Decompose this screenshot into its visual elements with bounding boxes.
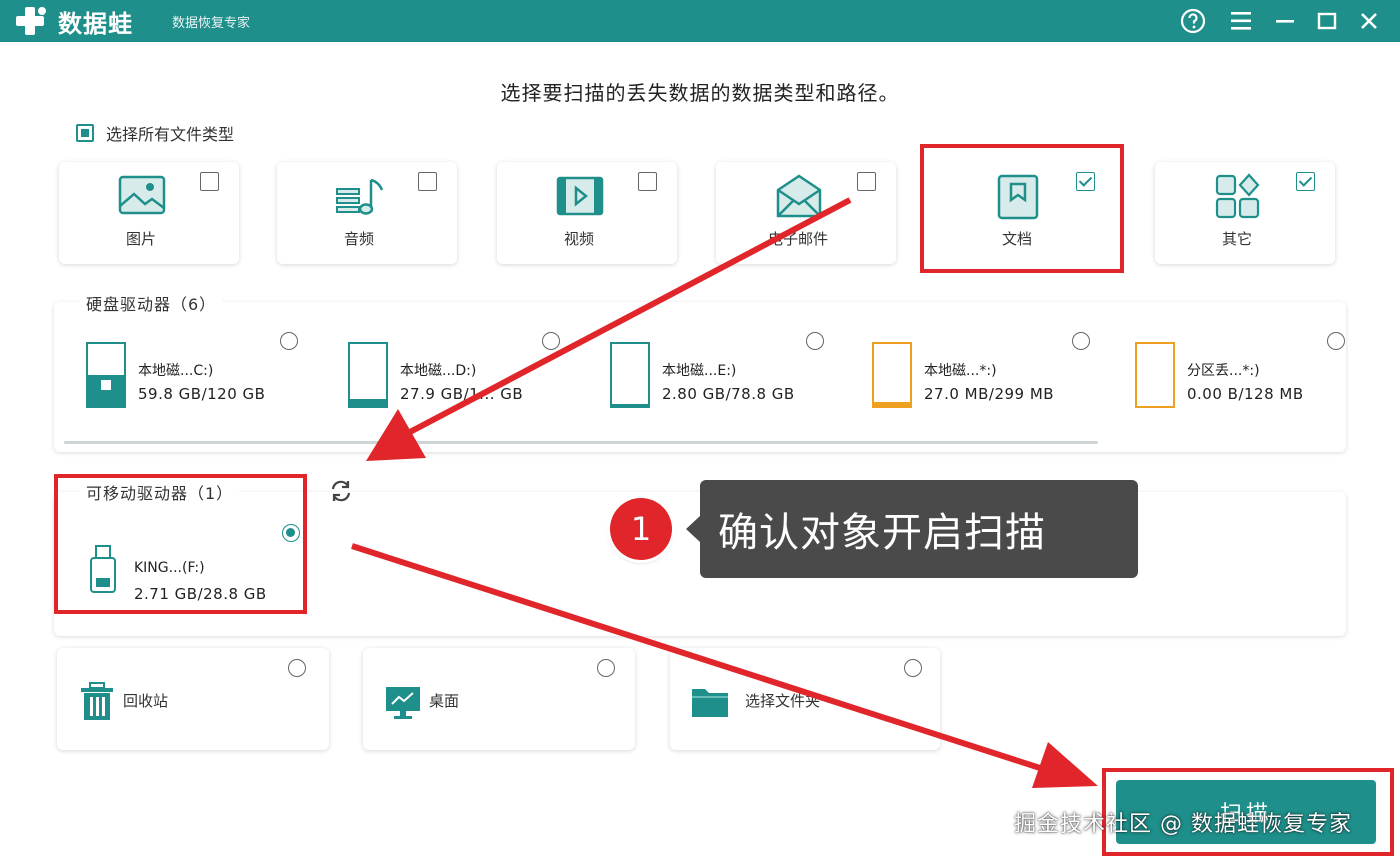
file-type-checkbox[interactable]	[418, 172, 437, 191]
location-radio[interactable]	[904, 659, 922, 677]
drive-name: 本地磁...E:)	[662, 363, 737, 379]
folder-icon	[692, 689, 728, 717]
annotation-callout: 确认对象开启扫描	[686, 480, 1138, 578]
close-icon	[1361, 13, 1377, 29]
desktop-icon	[386, 687, 420, 719]
location-card-select-folder[interactable]: 选择文件夹	[670, 648, 940, 750]
drive-radio[interactable]	[806, 332, 824, 350]
file-type-label: 电子邮件	[767, 230, 828, 248]
app-name: 数据蛙	[58, 10, 133, 38]
drive-item[interactable]: 本地磁...C:) 59.8 GB/120 GB	[86, 330, 326, 420]
drive-orange-icon	[872, 342, 912, 408]
location-label: 桌面	[429, 692, 460, 710]
help-button[interactable]	[1178, 6, 1208, 36]
drive-name: 分区丢...*:)	[1187, 363, 1260, 379]
hamburger-icon	[1231, 12, 1251, 30]
drive-size: 59.8 GB/120 GB	[138, 385, 266, 403]
drive-size: 27.9 GB/1... GB	[400, 385, 524, 403]
file-type-card-video[interactable]: 视频	[497, 162, 677, 264]
drive-radio[interactable]	[1072, 332, 1090, 350]
file-type-checkbox[interactable]	[200, 172, 219, 191]
select-all-label: 选择所有文件类型	[106, 125, 235, 144]
file-type-label: 其它	[1221, 230, 1252, 248]
minimize-icon	[1276, 20, 1294, 23]
drive-radio[interactable]	[1327, 332, 1345, 350]
location-radio[interactable]	[597, 659, 615, 677]
location-radio[interactable]	[288, 659, 306, 677]
select-all-checkbox[interactable]	[76, 124, 94, 142]
file-type-label: 视频	[563, 230, 594, 248]
file-type-card-other[interactable]: 其它	[1155, 162, 1335, 264]
highlight-box-removable-drive	[54, 474, 307, 614]
app-logo	[12, 5, 50, 37]
file-type-checkbox[interactable]	[638, 172, 657, 191]
file-type-label: 图片	[125, 230, 156, 248]
drive-e-icon	[610, 342, 650, 408]
refresh-icon	[331, 480, 351, 502]
file-type-checkbox[interactable]	[1296, 172, 1315, 191]
drive-size: 0.00 B/128 MB	[1187, 385, 1304, 403]
drive-name: 本地磁...*:)	[924, 363, 997, 379]
minimize-button[interactable]	[1270, 6, 1300, 36]
other-icon	[1215, 173, 1260, 219]
drive-size: 27.0 MB/299 MB	[924, 385, 1055, 403]
maximize-icon	[1317, 12, 1337, 30]
drive-lost-partition-icon	[1135, 342, 1175, 408]
image-icon	[118, 175, 166, 215]
title-bar: 数据蛙 数据恢复专家	[0, 0, 1400, 42]
hard-drives-label: 硬盘驱动器（6）	[80, 291, 223, 315]
mail-icon	[776, 174, 822, 218]
app-logo-icon	[16, 7, 46, 35]
drive-item[interactable]: 本地磁...D:) 27.9 GB/1... GB	[348, 330, 588, 420]
location-card-desktop[interactable]: 桌面	[363, 648, 635, 750]
highlight-box-documents	[920, 144, 1124, 273]
file-type-card-pictures[interactable]: 图片	[59, 162, 239, 264]
step-badge: 1	[610, 498, 672, 560]
arrow-head-to-scan	[1032, 742, 1098, 788]
location-label: 选择文件夹	[745, 692, 821, 710]
drive-name: 本地磁...D:)	[400, 363, 477, 379]
file-type-card-audio[interactable]: 音频	[277, 162, 457, 264]
close-button[interactable]	[1354, 6, 1384, 36]
recycle-bin-icon	[81, 682, 113, 720]
drive-d-icon	[348, 342, 388, 408]
location-card-recycle-bin[interactable]: 回收站	[57, 648, 329, 750]
page-title: 选择要扫描的丢失数据的数据类型和路径。	[500, 81, 900, 105]
file-type-checkbox[interactable]	[857, 172, 876, 191]
watermark: 掘金技术社区 @ 数据蛙恢复专家	[1014, 812, 1352, 837]
file-type-label: 音频	[343, 230, 374, 248]
refresh-button[interactable]	[326, 476, 356, 506]
select-all-file-types[interactable]: 选择所有文件类型	[76, 121, 234, 145]
maximize-button[interactable]	[1312, 6, 1342, 36]
help-icon	[1180, 8, 1206, 34]
drive-radio[interactable]	[280, 332, 298, 350]
video-icon	[556, 176, 604, 216]
drive-item[interactable]: 本地磁...E:) 2.80 GB/78.8 GB	[610, 330, 850, 420]
drive-item[interactable]: 分区丢...*:) 0.00 B/128 MB	[1135, 330, 1345, 420]
drive-item[interactable]: 本地磁...*:) 27.0 MB/299 MB	[872, 330, 1112, 420]
menu-button[interactable]	[1226, 6, 1256, 36]
music-icon	[336, 178, 384, 215]
drives-scrollbar[interactable]	[64, 441, 1098, 444]
location-label: 回收站	[123, 692, 169, 710]
drive-radio[interactable]	[542, 332, 560, 350]
drive-c-icon	[86, 342, 126, 408]
drive-size: 2.80 GB/78.8 GB	[662, 385, 795, 403]
drive-name: 本地磁...C:)	[138, 363, 214, 379]
app-subtitle: 数据恢复专家	[172, 16, 251, 31]
file-type-card-email[interactable]: 电子邮件	[716, 162, 896, 264]
